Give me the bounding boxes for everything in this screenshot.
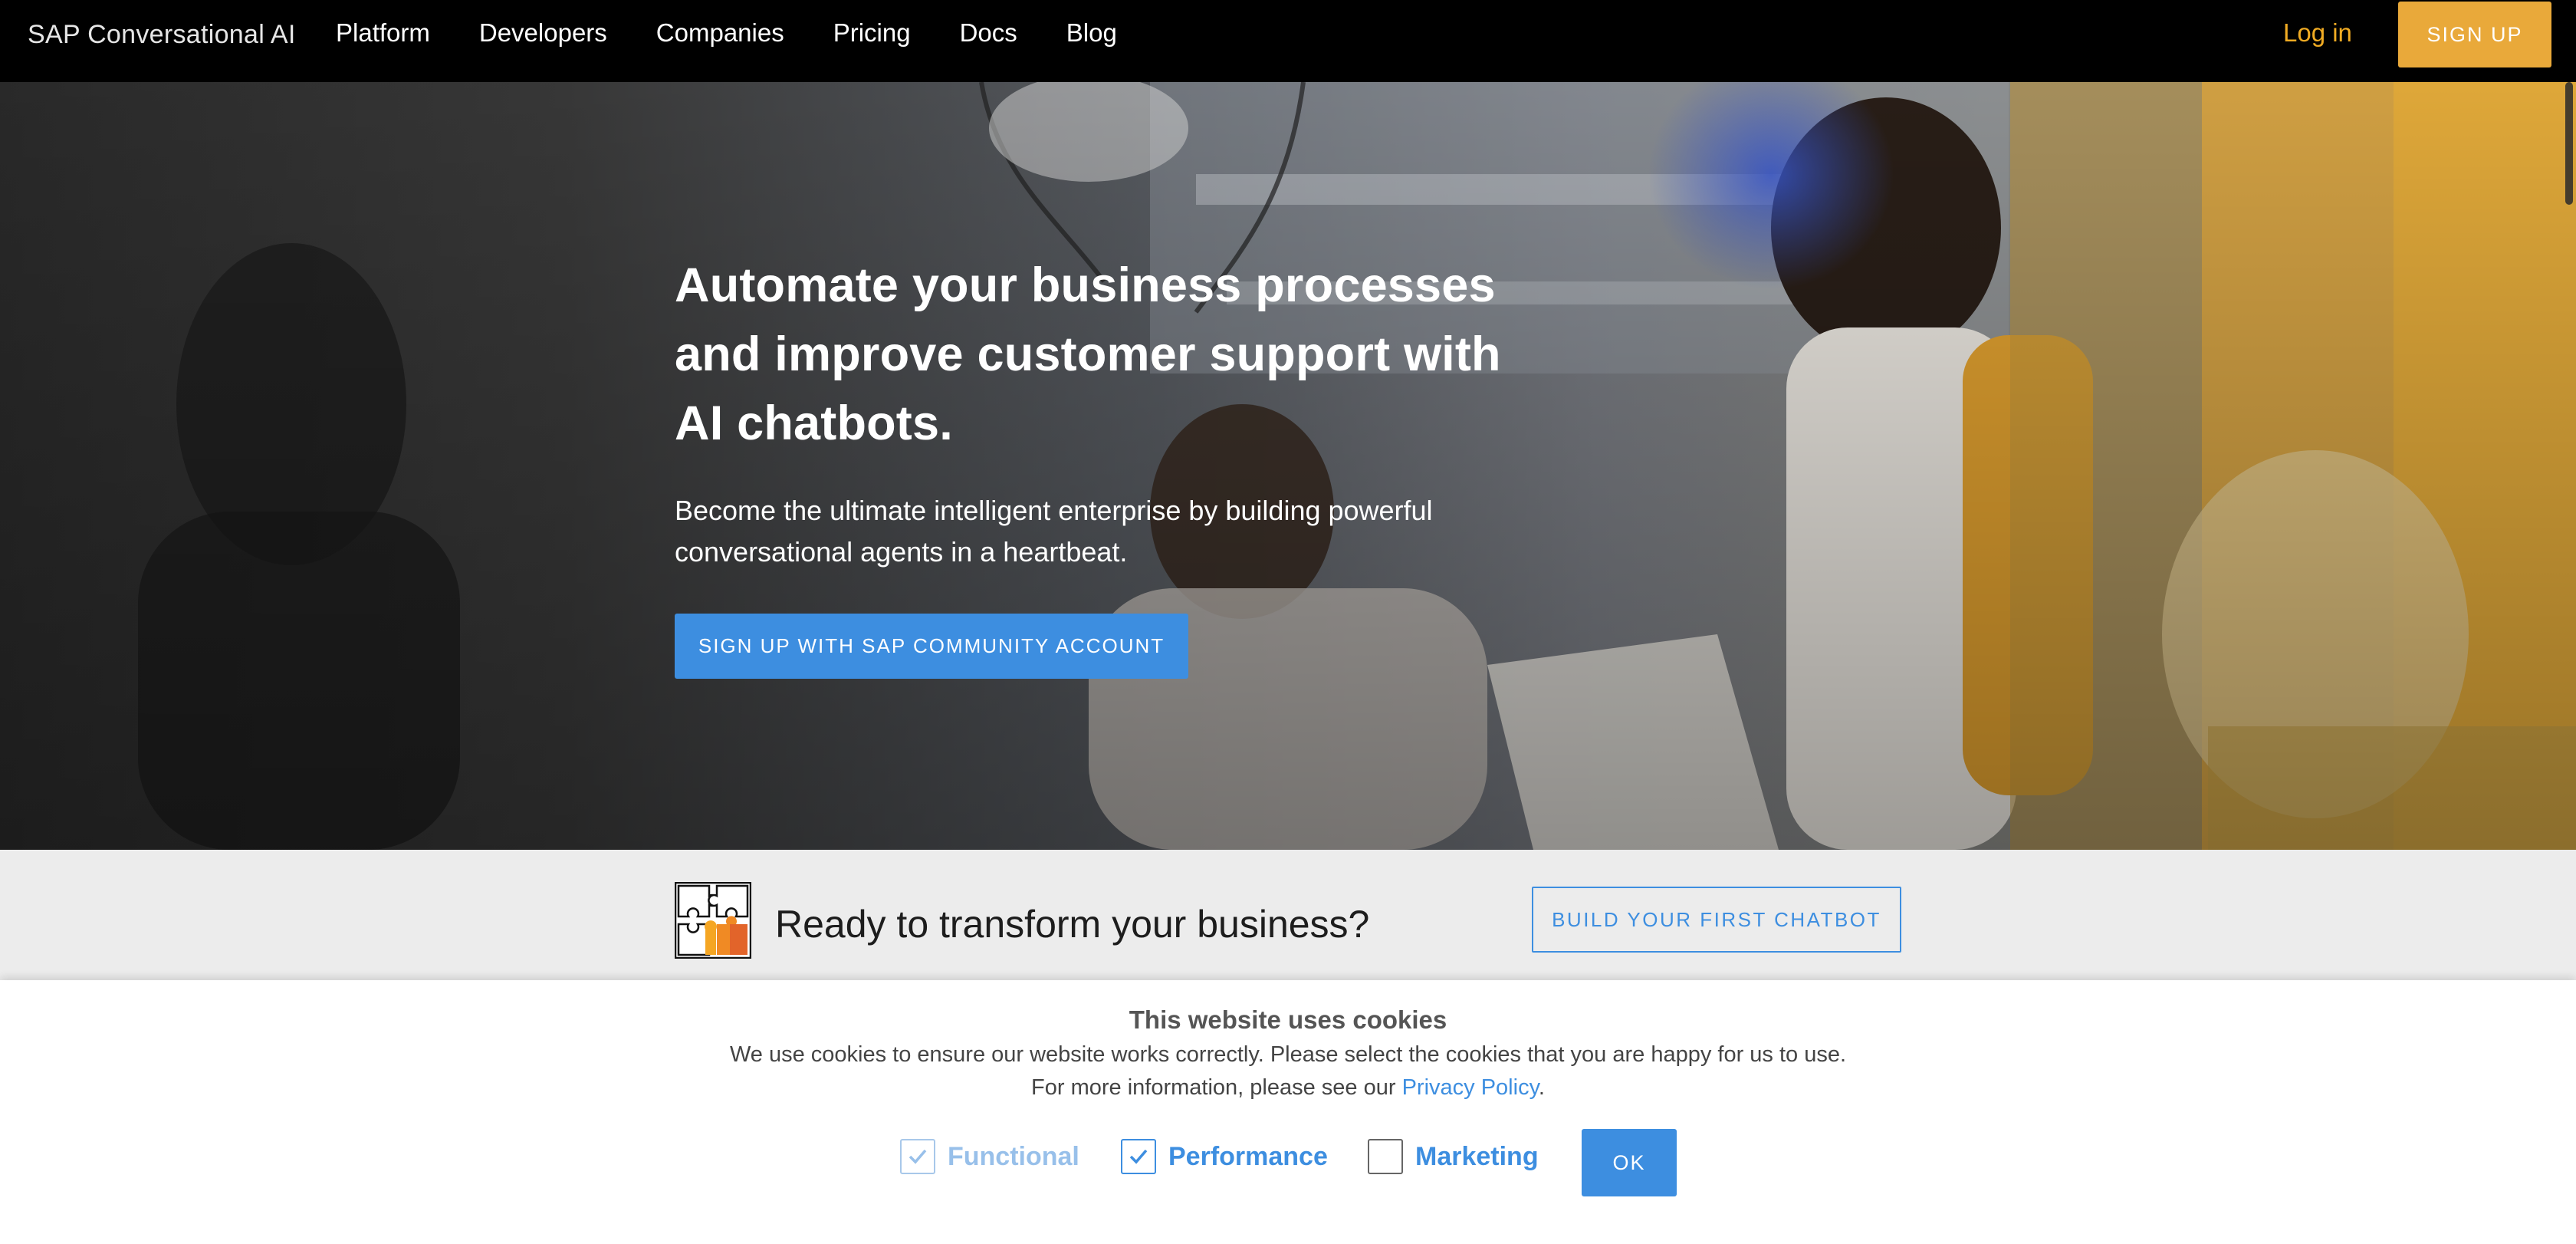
check-icon: [1129, 1149, 1148, 1164]
cookie-description: We use cookies to ensure our website wor…: [729, 1042, 1847, 1067]
functional-label: Functional: [948, 1142, 1079, 1171]
cookie-more-info-text: For more information, please see our: [1031, 1075, 1402, 1100]
signup-button[interactable]: SIGN UP: [2398, 2, 2551, 67]
build-first-chatbot-button[interactable]: BUILD YOUR FIRST CHATBOT: [1532, 887, 1901, 953]
cookie-ok-button[interactable]: OK: [1582, 1129, 1677, 1196]
hero-subtitle: Become the ultimate intelligent enterpri…: [675, 495, 1433, 568]
cookie-more-info: For more information, please see our Pri…: [0, 1071, 2576, 1104]
hero-text: Automate your business processes and imp…: [675, 251, 1518, 573]
cookie-more-info-period: .: [1538, 1075, 1545, 1100]
nav-link-docs[interactable]: Docs: [960, 14, 1017, 52]
privacy-policy-link[interactable]: Privacy Policy: [1402, 1075, 1539, 1100]
nav-link-developers[interactable]: Developers: [479, 14, 607, 52]
hero-section: Automate your business processes and imp…: [0, 82, 2576, 850]
login-link[interactable]: Log in: [2283, 14, 2352, 52]
check-icon: [909, 1149, 927, 1164]
marketing-label: Marketing: [1415, 1142, 1539, 1171]
nav-link-blog[interactable]: Blog: [1066, 14, 1117, 52]
scrollbar-thumb[interactable]: [2565, 82, 2573, 205]
functional-checkbox[interactable]: [900, 1139, 935, 1174]
hero-title: Automate your business processes and imp…: [675, 258, 1501, 450]
performance-checkbox[interactable]: [1121, 1139, 1156, 1174]
brand-logo[interactable]: SAP Conversational AI: [28, 15, 296, 54]
marketing-checkbox[interactable]: [1368, 1139, 1403, 1174]
cookie-title: This website uses cookies: [1129, 1005, 1447, 1034]
cookie-option-functional[interactable]: Functional: [900, 1137, 1079, 1176]
page-scrollbar[interactable]: [2562, 82, 2576, 980]
transform-heading: Ready to transform your business?: [775, 903, 1370, 946]
nav-link-pricing[interactable]: Pricing: [833, 14, 911, 52]
cookie-option-performance[interactable]: Performance: [1121, 1137, 1328, 1176]
cookie-banner: This website uses cookies We use cookies…: [0, 980, 2576, 1244]
nav-link-platform[interactable]: Platform: [336, 14, 430, 52]
sap-community-signup-button[interactable]: SIGN UP WITH SAP COMMUNITY ACCOUNT: [675, 614, 1188, 679]
puzzle-icon: [675, 882, 751, 959]
performance-label: Performance: [1168, 1142, 1328, 1171]
nav-link-companies[interactable]: Companies: [656, 14, 784, 52]
top-nav: SAP Conversational AI Platform Developer…: [0, 0, 2576, 82]
nav-links: Platform Developers Companies Pricing Do…: [336, 14, 1166, 52]
transform-banner: Ready to transform your business? BUILD …: [0, 850, 2576, 980]
cookie-option-marketing[interactable]: Marketing: [1368, 1137, 1539, 1176]
